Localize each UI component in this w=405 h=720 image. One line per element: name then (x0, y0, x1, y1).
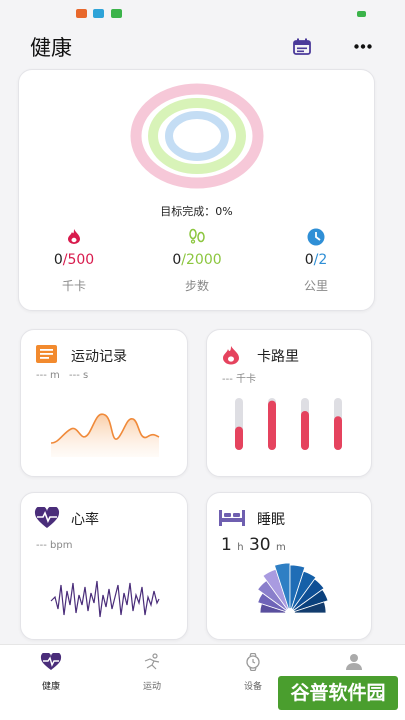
calories-unit: 千卡 (61, 279, 86, 293)
tab-health-label: 健康 (41, 682, 60, 692)
exercise-card[interactable]: 运动记录 --- m --- s (20, 329, 188, 477)
stat-steps[interactable]: 0/2000 步数 (137, 228, 257, 294)
calorie-bar (268, 400, 276, 450)
sleep-card[interactable]: 睡眠 1 h 30 m (206, 492, 372, 640)
notification-icon (111, 9, 122, 18)
distance-current: 0 (304, 252, 314, 268)
goal-value: 0% (215, 205, 233, 218)
heart-rate-card[interactable]: 心率 --- bpm (20, 492, 188, 640)
distance-unit: 公里 (303, 279, 328, 293)
person-icon (346, 654, 362, 670)
summary-card[interactable]: 目标完成：0% 0/500 千卡 0/2000 步数 0/2 公里 (18, 69, 375, 311)
footprints-icon (189, 228, 205, 244)
more-icon[interactable] (354, 44, 372, 49)
calories-bars (235, 398, 342, 450)
sleep-title: 睡眠 (257, 512, 285, 528)
exercise-title: 运动记录 (71, 349, 127, 365)
calories-card[interactable]: 卡路里 --- 千卡 (206, 329, 372, 477)
sleep-minutes: 30 (248, 535, 271, 555)
exercise-wave (50, 413, 160, 457)
calorie-bar (235, 426, 243, 450)
notification-icon (93, 9, 104, 18)
battery-icon (357, 11, 366, 17)
sleep-duration: 1 h 30 m (221, 535, 286, 555)
heart-pulse-icon (40, 651, 62, 670)
calories-title: 卡路里 (257, 349, 299, 365)
list-icon (36, 345, 57, 363)
stat-calories[interactable]: 0/500 千卡 (14, 228, 134, 294)
sleep-hours: 1 (221, 535, 232, 555)
flame-icon (223, 346, 239, 365)
goal-label: 目标完成： (160, 205, 216, 218)
tab-health[interactable]: 健康 (21, 651, 81, 692)
distance-target: /2 (313, 252, 328, 268)
exercise-duration: --- s (69, 370, 89, 381)
calorie-bar (334, 416, 342, 450)
activity-rings (130, 83, 264, 189)
distance-ring (165, 111, 229, 161)
calories-target: /500 (62, 252, 95, 268)
header: 健康 (0, 26, 405, 66)
watermark-logo: 谷普软件园 (278, 676, 398, 710)
tab-sport-label: 运动 (142, 682, 161, 692)
heart-rate-wave (50, 580, 160, 618)
sleep-hours-unit: h (237, 542, 244, 553)
page-title: 健康 (30, 36, 72, 60)
notification-icon (76, 9, 87, 18)
tab-device-label: 设备 (243, 682, 262, 692)
sleep-minutes-unit: m (276, 542, 286, 553)
steps-target: /2000 (181, 252, 222, 268)
sleep-fan-chart (257, 563, 329, 615)
calories-current: 0 (53, 252, 63, 268)
heart-pulse-icon (34, 507, 60, 528)
calendar-icon[interactable] (293, 38, 311, 55)
tab-sport[interactable]: 运动 (122, 653, 182, 692)
flame-icon (68, 229, 80, 244)
bed-icon (219, 510, 245, 526)
steps-current: 0 (172, 252, 182, 268)
stat-distance[interactable]: 0/2 公里 (256, 228, 376, 294)
steps-unit: 步数 (184, 279, 209, 293)
heart-rate-value: --- bpm (36, 540, 73, 551)
status-bar (0, 0, 405, 24)
watch-icon (246, 652, 260, 672)
calories-value: --- 千卡 (222, 374, 257, 385)
runner-icon (144, 653, 160, 670)
tab-device[interactable]: 设备 (223, 652, 283, 692)
exercise-distance: --- m (36, 370, 60, 381)
heart-rate-title: 心率 (71, 512, 99, 528)
calorie-bar (301, 411, 309, 450)
goal-progress: 目标完成：0% (19, 203, 374, 219)
clock-icon (307, 228, 325, 246)
